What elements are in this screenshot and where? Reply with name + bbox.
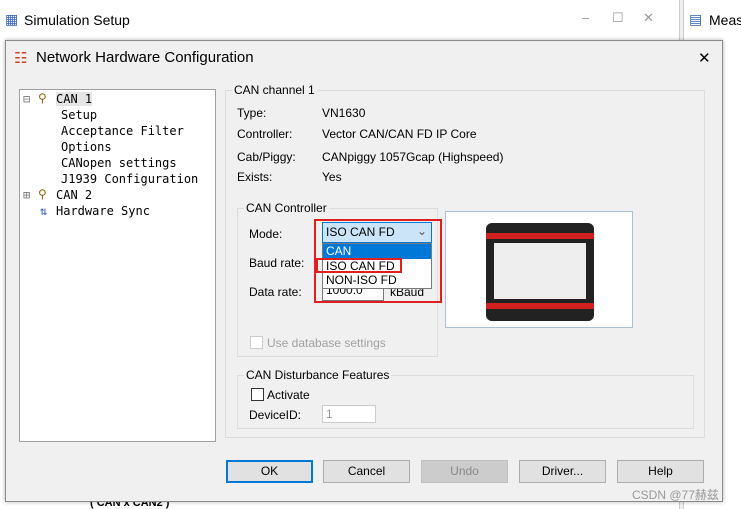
watermark: CSDN @77赫兹 xyxy=(632,488,719,502)
controller-value: Vector CAN/CAN FD IP Core xyxy=(322,127,477,141)
measurement-title: Meas xyxy=(709,12,741,28)
type-label: Type: xyxy=(237,106,267,120)
group-label: CAN Disturbance Features xyxy=(244,368,392,382)
group-label: CAN channel 1 xyxy=(232,83,317,97)
tree-item-canopen-settings[interactable]: CANopen settings xyxy=(61,156,177,170)
device-image xyxy=(445,211,633,328)
collapse-icon[interactable]: ⊟ xyxy=(23,92,30,106)
driver-button[interactable]: Driver... xyxy=(519,460,606,483)
measurement-icon: ▤ xyxy=(689,11,703,27)
sync-icon: ⇅ xyxy=(40,204,48,218)
maximize-button[interactable]: ☐ xyxy=(612,10,624,26)
tree-item-can1[interactable]: CAN 1 xyxy=(56,92,93,106)
channel-tree[interactable]: ⊟ ⚲ CAN 1 Setup Acceptance Filter Option… xyxy=(19,89,216,442)
activate-checkbox[interactable] xyxy=(251,388,264,401)
device-id-value: 1 xyxy=(326,407,333,421)
annotation-box-option xyxy=(316,258,402,273)
expand-icon[interactable]: ⊞ xyxy=(23,188,30,202)
tree-item-acceptance-filter[interactable]: Acceptance Filter xyxy=(61,124,184,138)
controller-label: Controller: xyxy=(237,127,293,141)
can-connector-icon: ⚲ xyxy=(38,187,47,201)
dialog-title: Network Hardware Configuration xyxy=(36,49,254,66)
vn1630-device-picture xyxy=(486,223,594,321)
help-button[interactable]: Help xyxy=(617,460,704,483)
activate-label: Activate xyxy=(267,388,310,402)
cab-piggy-value: CANpiggy 1057Gcap (Highspeed) xyxy=(322,150,504,164)
tree-item-options[interactable]: Options xyxy=(61,140,112,154)
can-connector-icon: ⚲ xyxy=(38,91,47,105)
undo-button[interactable]: Undo xyxy=(421,460,508,483)
exists-label: Exists: xyxy=(237,170,273,184)
ok-button[interactable]: OK xyxy=(226,460,313,483)
network-icon: ☷ xyxy=(14,50,28,67)
close-button[interactable]: ✕ xyxy=(643,10,654,26)
baud-rate-label: Baud rate: xyxy=(249,256,305,270)
cab-piggy-label: Cab/Piggy: xyxy=(237,150,296,164)
tree-item-can2[interactable]: CAN 2 xyxy=(56,188,92,202)
data-rate-label: Data rate: xyxy=(249,285,302,299)
use-database-checkbox[interactable] xyxy=(250,336,263,349)
exists-value: Yes xyxy=(322,170,342,184)
tree-item-j1939[interactable]: J1939 Configuration xyxy=(61,172,198,186)
minimize-button[interactable]: – xyxy=(582,10,589,25)
tree-item-hardware-sync[interactable]: Hardware Sync xyxy=(56,204,150,218)
can-disturbance-group: CAN Disturbance Features xyxy=(237,368,694,429)
cancel-button[interactable]: Cancel xyxy=(323,460,410,483)
simulation-setup-icon: ▦ xyxy=(5,11,19,27)
tree-item-setup[interactable]: Setup xyxy=(61,108,97,122)
device-id-label: DeviceID: xyxy=(249,408,302,422)
dialog-close-button[interactable]: ✕ xyxy=(698,49,711,67)
mode-label: Mode: xyxy=(249,227,283,241)
group-label: CAN Controller xyxy=(244,201,329,215)
device-id-input[interactable]: 1 xyxy=(322,405,376,423)
use-database-label: Use database settings xyxy=(267,336,386,350)
type-value: VN1630 xyxy=(322,106,366,120)
window-title: Simulation Setup xyxy=(24,12,130,28)
network-hardware-dialog: ☷ Network Hardware Configuration ✕ ⊟ ⚲ C… xyxy=(5,40,723,502)
